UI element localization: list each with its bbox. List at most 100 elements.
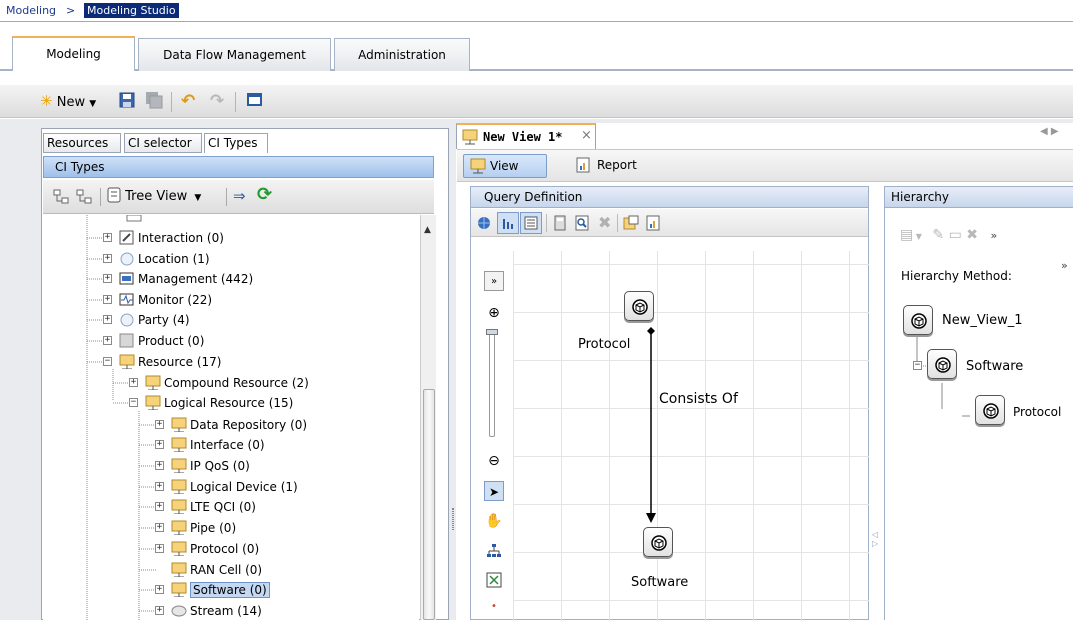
tree-scrollbar[interactable]: ▲ (420, 215, 436, 620)
scrollbar-thumb[interactable] (423, 389, 435, 620)
tree-collapse-toggle[interactable]: − (103, 357, 112, 366)
more-tools-icon[interactable]: • (484, 597, 504, 617)
resource-icon (145, 375, 161, 390)
tree-view-dropdown[interactable]: Tree View ▼ (107, 187, 201, 207)
tree-expand-toggle[interactable]: + (103, 315, 112, 324)
expand-options-icon[interactable]: » (1061, 259, 1068, 272)
zoom-out-icon[interactable]: ⊖ (484, 451, 504, 471)
add-level-icon[interactable]: ▤ (900, 227, 913, 243)
tree-node-stream[interactable]: Stream (14) (171, 601, 262, 620)
tree-expand-toggle[interactable]: + (155, 544, 164, 553)
tree-node-protocol[interactable]: Protocol (0) (171, 539, 259, 559)
tab-scroll-arrows-icon[interactable]: ◀ ▶ (1040, 126, 1059, 137)
tree-node-data-repository[interactable]: Data Repository (0) (171, 415, 307, 435)
tree-node-ip-qos[interactable]: IP QoS (0) (171, 456, 250, 476)
query-node-protocol[interactable] (624, 291, 654, 321)
view-button[interactable]: View (463, 154, 547, 178)
tree-expand-toggle[interactable]: + (103, 274, 112, 283)
tree-collapse-toggle[interactable]: − (129, 398, 138, 407)
redo-icon[interactable]: ↷ (210, 91, 224, 111)
tree-expand-toggle[interactable]: + (155, 482, 164, 491)
tree-expand-toggle[interactable]: + (103, 233, 112, 242)
select-pointer-icon[interactable]: ➤ (484, 481, 504, 501)
scroll-up-icon[interactable]: ▲ (424, 225, 431, 235)
tree-expand-toggle[interactable]: + (155, 461, 164, 470)
window-icon[interactable] (246, 91, 264, 111)
tree-node-lte-qci[interactable]: LTE QCI (0) (171, 497, 256, 517)
tree-node-party[interactable]: Party (4) (119, 310, 190, 330)
navigate-arrow-icon[interactable]: ⇒ (233, 187, 246, 205)
delete-icon[interactable]: ✖ (598, 213, 611, 232)
hierarchy-collapse-toggle[interactable]: − (913, 361, 922, 370)
calculator-icon[interactable] (552, 215, 568, 231)
tree-expand-toggle[interactable]: + (155, 420, 164, 429)
collapse-all-icon[interactable] (76, 189, 92, 205)
tree-node-logical-device[interactable]: Logical Device (1) (171, 477, 298, 497)
report-button[interactable]: Report (573, 154, 637, 178)
hierarchy-node-root[interactable] (903, 305, 933, 335)
preview-icon[interactable] (574, 215, 590, 231)
hierarchy-layout-icon[interactable] (486, 543, 502, 559)
tree-node-resource[interactable]: Resource (17) (119, 352, 221, 372)
query-node-software[interactable] (643, 527, 673, 557)
rename-icon[interactable]: ▭ (949, 227, 962, 243)
fit-to-window-icon[interactable] (486, 572, 502, 588)
expand-panel-icon[interactable]: » (484, 271, 504, 291)
zoom-toolbar: » ⊕ ⊖ ➤ ✋ • (480, 267, 508, 621)
query-canvas[interactable]: Protocol Consists Of Software (513, 251, 869, 621)
view-tab[interactable]: New View 1* × (456, 123, 596, 149)
tab-data-flow-management[interactable]: Data Flow Management (138, 38, 331, 71)
tree-node-ran-cell[interactable]: RAN Cell (0) (171, 560, 262, 580)
tree-node-interface[interactable]: Interface (0) (171, 435, 265, 455)
hierarchy-node-protocol[interactable] (975, 395, 1005, 425)
hierarchy-node-software[interactable] (927, 349, 957, 379)
pan-hand-icon[interactable]: ✋ (484, 511, 504, 531)
tree-node-logical-resource[interactable]: Logical Resource (15) (145, 393, 293, 413)
report-icon[interactable] (645, 215, 661, 231)
cube-icon (911, 313, 927, 329)
new-button[interactable]: ✳ New ▼ (40, 91, 104, 111)
edit-properties-icon[interactable] (623, 215, 639, 231)
subtab-resources[interactable]: Resources (43, 133, 121, 153)
tree-node-pipe[interactable]: Pipe (0) (171, 518, 236, 538)
zoom-slider[interactable] (489, 329, 495, 437)
zoom-in-icon[interactable]: ⊕ (484, 303, 504, 323)
close-tab-icon[interactable]: × (581, 128, 592, 143)
tab-modeling[interactable]: Modeling (12, 36, 135, 71)
tree-node-location[interactable]: Location (1) (119, 249, 210, 269)
tree-expand-toggle[interactable]: + (155, 585, 164, 594)
tree-expand-toggle[interactable]: + (103, 336, 112, 345)
refresh-icon[interactable]: ⟳ (257, 184, 272, 205)
delete-icon[interactable]: ✖ (966, 227, 978, 243)
ci-types-toolbar: Tree View ▼ ⇒ ⟳ (43, 180, 434, 214)
undo-icon[interactable]: ↶ (181, 91, 195, 111)
tree-expand-toggle[interactable]: + (103, 254, 112, 263)
tree-node-compound-resource[interactable]: Compound Resource (2) (145, 373, 309, 393)
tree-node-management[interactable]: Management (442) (119, 269, 253, 289)
more-options-icon[interactable]: » (990, 229, 997, 242)
tree-node-monitor[interactable]: Monitor (22) (119, 290, 212, 310)
tree-node-software[interactable]: Software (0) (171, 580, 270, 600)
tree-expand-toggle[interactable]: + (155, 440, 164, 449)
subtab-ci-types[interactable]: CI Types (204, 133, 268, 153)
tree-node-interaction[interactable]: Interaction (0) (119, 228, 224, 248)
tree-expand-toggle[interactable]: + (155, 502, 164, 511)
tree-expand-toggle[interactable]: + (155, 606, 164, 615)
tree-expand-toggle[interactable]: + (155, 523, 164, 532)
tree-expand-toggle[interactable]: + (103, 295, 112, 304)
location-icon (120, 252, 134, 266)
globe-icon[interactable] (476, 215, 492, 231)
tree-node-product[interactable]: Product (0) (119, 331, 204, 351)
properties-button[interactable] (520, 212, 542, 234)
tab-administration[interactable]: Administration (334, 38, 470, 71)
subtab-ci-selector[interactable]: CI selector (124, 133, 202, 153)
zoom-slider-thumb[interactable] (486, 329, 498, 335)
panel-collapse-arrows-icon[interactable]: ◁ ▷ (872, 530, 878, 548)
breadcrumb-home-link[interactable]: Modeling (6, 4, 56, 17)
expand-all-icon[interactable] (53, 189, 69, 205)
tree-expand-toggle[interactable]: + (129, 378, 138, 387)
save-all-icon[interactable] (145, 91, 163, 111)
save-icon[interactable] (118, 91, 136, 111)
edit-icon[interactable]: ✎ (932, 227, 944, 243)
layout-button[interactable] (497, 212, 519, 234)
